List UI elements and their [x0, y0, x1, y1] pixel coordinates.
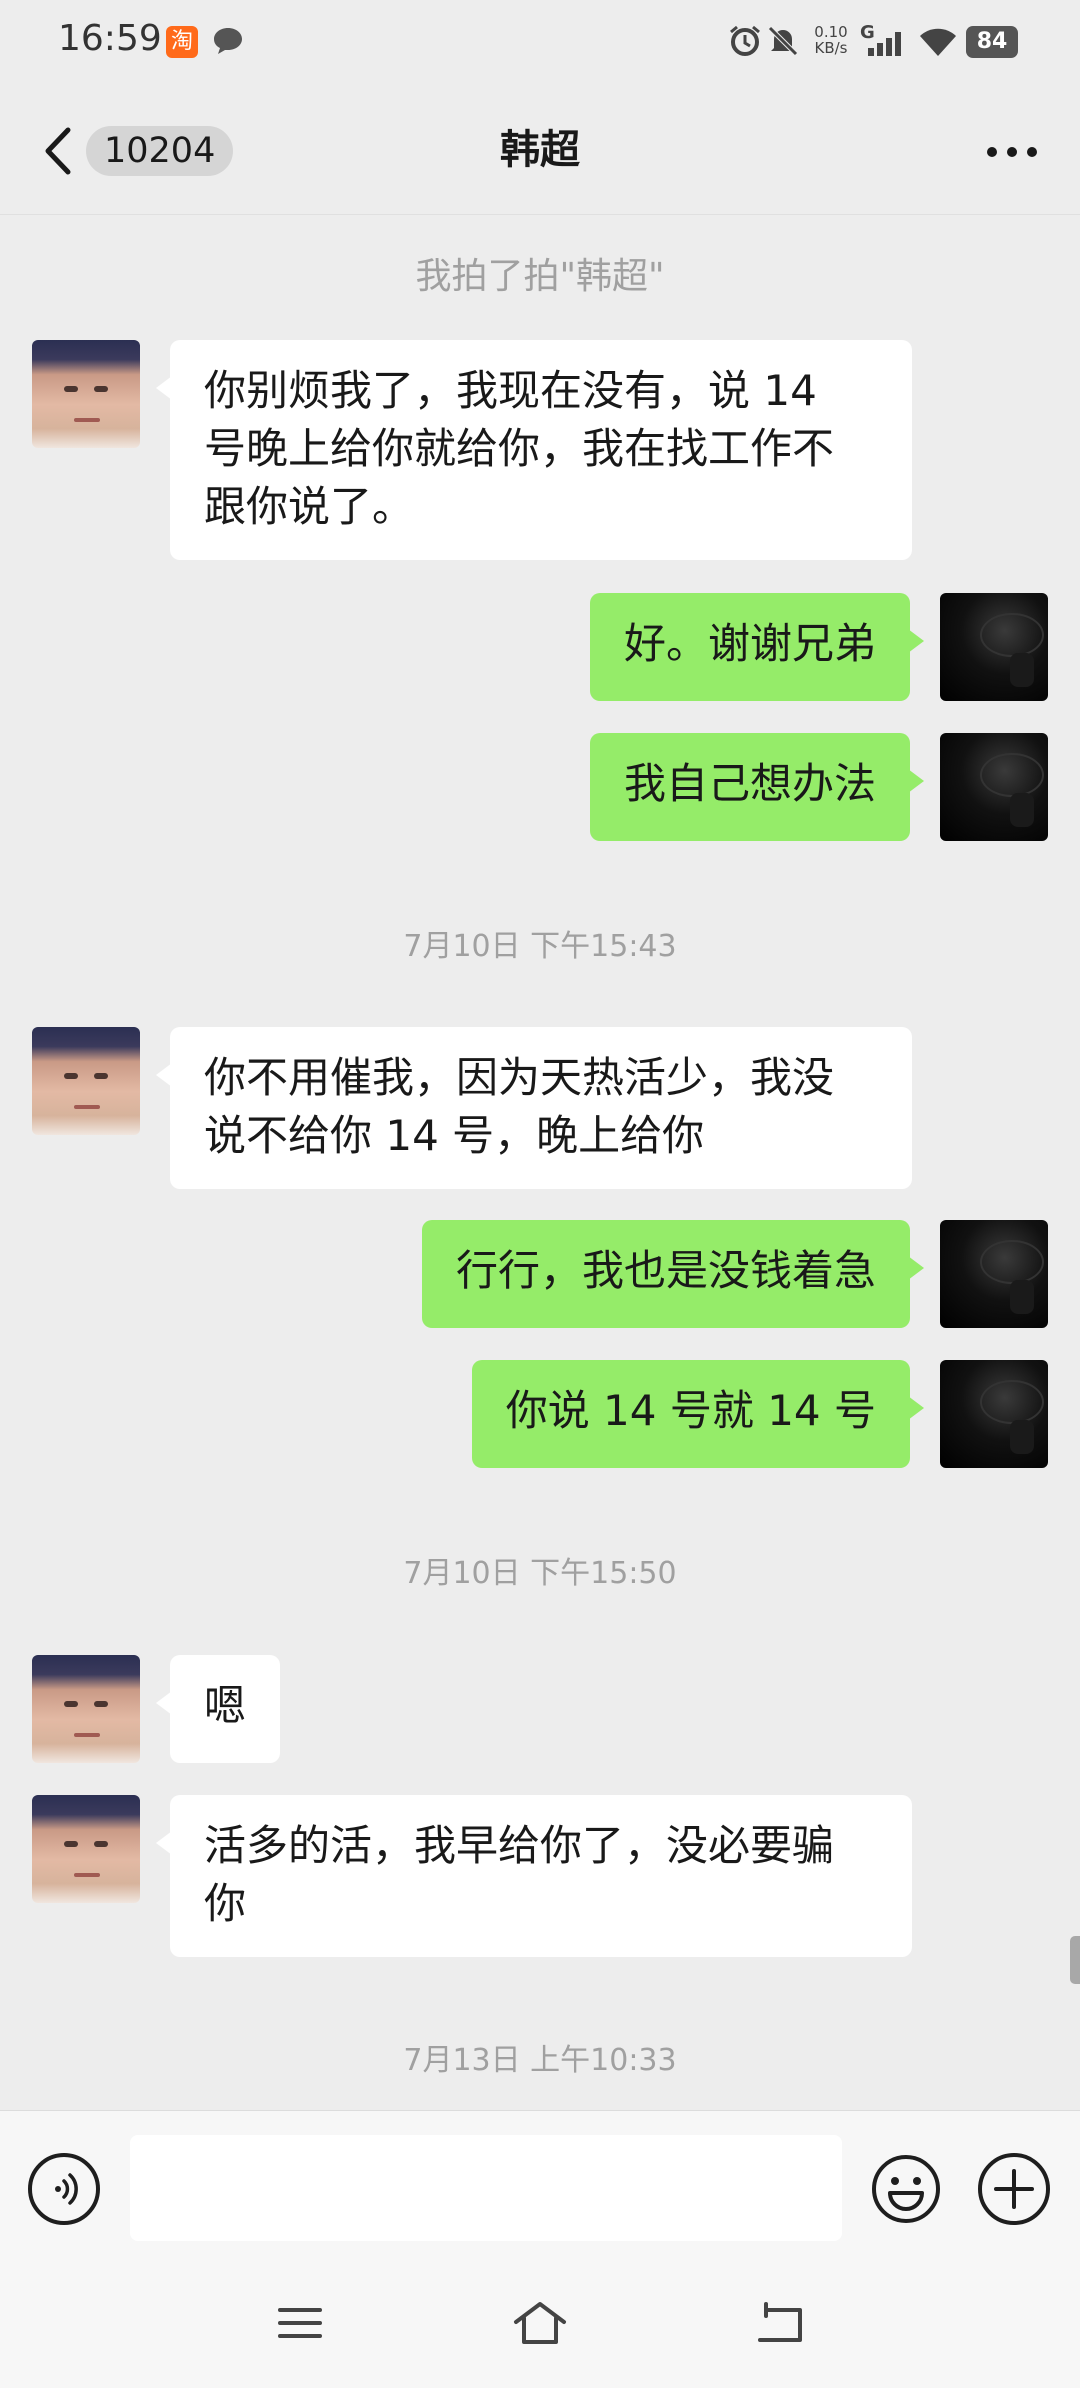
- wifi-icon: [918, 26, 958, 58]
- contact-avatar[interactable]: [32, 1795, 140, 1903]
- emoji-icon[interactable]: [870, 2153, 942, 2225]
- battery-icon: 84: [966, 26, 1018, 58]
- input-bar: [0, 2110, 1080, 2261]
- received-message-bubble[interactable]: 你不用催我，因为天热活少，我没 说不给你 14 号，晚上给你: [156, 1027, 912, 1189]
- alarm-icon: [728, 24, 762, 58]
- voice-icon[interactable]: [28, 2153, 100, 2225]
- message-line: 号晚上给你就给你，我在找工作不: [204, 424, 835, 473]
- timestamp: 7月10日 下午15:43: [403, 929, 677, 964]
- back-icon[interactable]: [752, 2298, 808, 2348]
- message-list[interactable]: 我拍了拍"韩超" 你别烦我了，我现在没有，说 14 号晚上给你就给你，我在找工作…: [0, 215, 1080, 2110]
- plus-icon[interactable]: [978, 2153, 1050, 2225]
- message-line: 嗯: [204, 1681, 247, 1730]
- my-avatar[interactable]: [940, 1360, 1048, 1468]
- net-speed: 0.10 KB/s: [806, 24, 856, 56]
- my-avatar[interactable]: [940, 1220, 1048, 1328]
- sent-message-bubble[interactable]: 你说 14 号就 14 号: [471, 1360, 925, 1468]
- received-message-bubble[interactable]: 你别烦我了，我现在没有，说 14 号晚上给你就给你，我在找工作不 跟你说了。: [156, 340, 912, 560]
- mute-icon: [766, 24, 800, 58]
- system-message: 我拍了拍"韩超": [415, 256, 665, 297]
- message-line: 活多的活，我早给你了，没必要骗: [204, 1821, 835, 1870]
- chat-title: 韩超: [500, 127, 580, 173]
- scrollbar[interactable]: [1070, 1936, 1080, 1984]
- message-line: 说不给你 14 号，晚上给你: [204, 1111, 705, 1160]
- chat-notification-icon: [212, 26, 244, 56]
- message-line: 你: [204, 1879, 247, 1928]
- message-line: 你不用催我，因为天热活少，我没: [204, 1053, 835, 1102]
- sent-message-bubble[interactable]: 好。谢谢兄弟: [589, 593, 925, 701]
- contact-avatar[interactable]: [32, 1655, 140, 1763]
- status-bar: 16:59 淘 0.10 KB/s G 84: [0, 0, 1080, 84]
- sent-message-bubble[interactable]: 我自己想办法: [589, 733, 925, 841]
- contact-avatar[interactable]: [32, 1027, 140, 1135]
- my-avatar[interactable]: [940, 593, 1048, 701]
- timestamp: 7月13日 上午10:33: [403, 2043, 677, 2078]
- net-speed-value: 0.10: [814, 23, 848, 41]
- home-icon[interactable]: [512, 2298, 568, 2348]
- net-speed-unit: KB/s: [814, 39, 848, 57]
- menu-icon[interactable]: [272, 2298, 328, 2348]
- timestamp: 7月10日 下午15:50: [403, 1556, 677, 1591]
- signal-icon: [866, 30, 906, 56]
- received-message-bubble[interactable]: 嗯: [155, 1655, 281, 1763]
- message-line: 跟你说了。: [204, 482, 415, 531]
- status-time: 16:59: [58, 18, 162, 59]
- my-avatar[interactable]: [940, 733, 1048, 841]
- message-input[interactable]: [130, 2135, 842, 2241]
- contact-avatar[interactable]: [32, 340, 140, 448]
- message-line: 你别烦我了，我现在没有，说 14: [204, 366, 817, 415]
- more-dots-icon[interactable]: [984, 144, 1040, 160]
- sent-message-bubble[interactable]: 行行，我也是没钱着急: [421, 1220, 925, 1328]
- taobao-icon: 淘: [166, 26, 198, 58]
- system-navigation-bar: [0, 2260, 1080, 2388]
- chat-header: 10204 韩超: [0, 84, 1080, 215]
- received-message-bubble[interactable]: 活多的活，我早给你了，没必要骗 你: [156, 1795, 912, 1957]
